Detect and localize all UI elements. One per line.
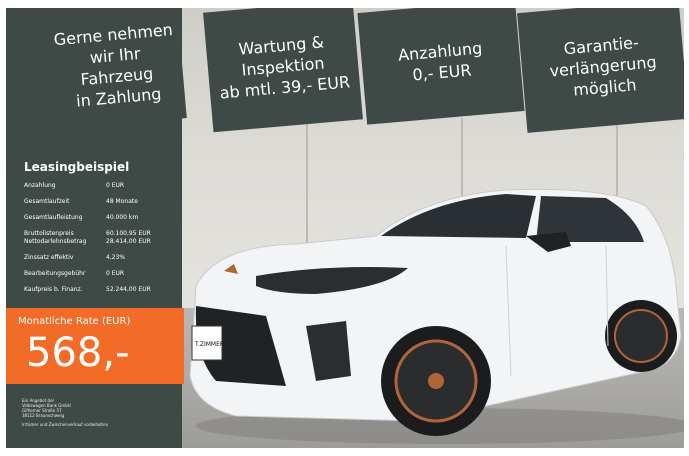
row-value: 0 EUR: [106, 182, 125, 189]
banner-text: Anzahlung 0,- EUR: [397, 38, 483, 85]
row-value: 48 Monate: [106, 198, 138, 205]
row-value: 0 EUR: [106, 270, 125, 277]
banner-maintenance: Wartung & Inspektion ab mtl. 39,- EUR: [203, 8, 363, 133]
row-value: 4,23%: [106, 254, 126, 261]
row-value: 60.100,95 EUR: [106, 230, 151, 237]
row-value: 52.244,00 EUR: [106, 286, 151, 293]
row-label: Bearbeitungsgebühr: [24, 270, 86, 277]
banner-text: Wartung & Inspektion ab mtl. 39,- EUR: [218, 31, 351, 103]
row-label: Anzahlung: [24, 182, 56, 189]
row-label: Nettodarlehnsbetrag: [24, 238, 87, 245]
rate-value: 568,-: [26, 330, 130, 376]
banner-text: Garantie- verlängerung möglich: [548, 32, 658, 100]
monthly-rate-box: Monatliche Rate (EUR) 568,-: [6, 308, 184, 384]
banner-trade-in: Gerne nehmen wir Ihr Fahrzeug in Zahlung: [45, 8, 187, 130]
leasing-rows: Anzahlung 0 EUR Gesamtlaufzeit 48 Monate G…: [24, 182, 184, 294]
row-value: 40.000 km: [106, 214, 139, 221]
table-row: Bruttolistenpreis 60.100,95 EUR: [24, 230, 184, 238]
table-row: Gesamtlaufleistung 40.000 km: [24, 214, 184, 222]
row-label: Gesamtlaufzeit: [24, 198, 70, 205]
table-row: Bearbeitungsgebühr 0 EUR: [24, 270, 184, 278]
offer-footer: Ein Angebot der Volkswagen Bank GmbH Gif…: [22, 398, 172, 427]
row-label: Gesamtlaufleistung: [24, 214, 83, 221]
row-label: Zinssatz effektiv: [24, 254, 74, 261]
table-row: Gesamtlaufzeit 48 Monate: [24, 198, 184, 206]
banner-down-payment: Anzahlung 0,- EUR: [357, 8, 525, 125]
license-plate: T.ZIMMER: [194, 341, 224, 348]
banner-text: Gerne nehmen wir Ihr Fahrzeug in Zahlung: [52, 19, 174, 111]
table-row: Nettodarlehnsbetrag 28.414,00 EUR: [24, 238, 184, 246]
footer-note: Irrtümer und Zwischenverkauf vorbehalten: [22, 422, 109, 427]
footer-line: 38112 Braunschweig: [22, 413, 65, 418]
row-label: Bruttolistenpreis: [24, 230, 74, 237]
row-label: Kaufpreis b. Finanz.: [24, 286, 83, 293]
table-row: Zinssatz effektiv 4,23%: [24, 254, 184, 262]
car-image: T.ZIMMER: [189, 188, 684, 444]
banner-warranty: Garantie- verlängerung möglich: [517, 8, 684, 133]
ad-frame: T.ZIMMER Leasingbeispiel Anzahlung 0 EUR …: [6, 8, 684, 448]
table-row: Anzahlung 0 EUR: [24, 182, 184, 190]
panel-title: Leasingbeispiel: [24, 160, 130, 174]
table-row: Kaufpreis b. Finanz. 52.244,00 EUR: [24, 286, 184, 294]
rate-label: Monatliche Rate (EUR): [18, 316, 131, 327]
row-value: 28.414,00 EUR: [106, 238, 151, 245]
